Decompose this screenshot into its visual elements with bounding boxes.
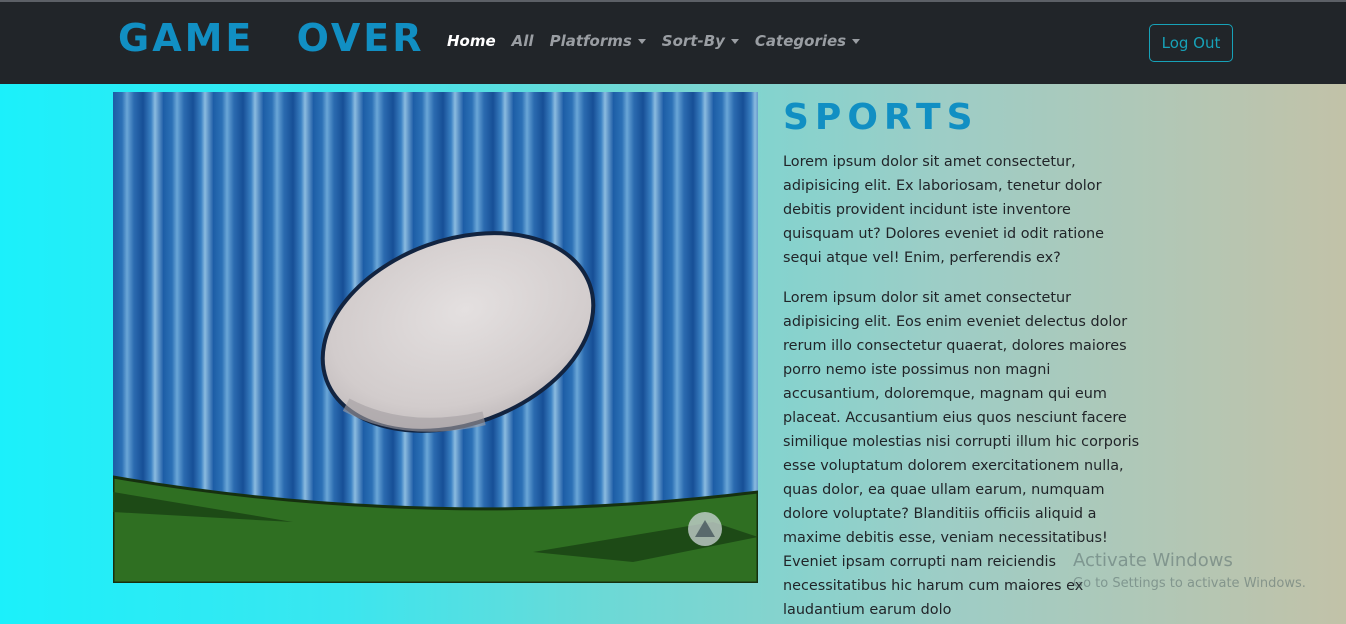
nav-item-all[interactable]: All: [512, 32, 534, 50]
nav-item-categories[interactable]: Categories: [754, 32, 861, 50]
caret-down-icon: [730, 38, 739, 44]
caret-down-icon: [637, 38, 646, 44]
nav-item-label: Home: [447, 32, 496, 50]
nav-menu: Home All Platforms Sort-By Categories: [447, 32, 876, 50]
navbar: GAME OVER Home All Platforms Sort-By Cat…: [0, 2, 1346, 84]
nav-item-label: Platforms: [549, 32, 632, 50]
page-title: SPORTS: [783, 97, 979, 138]
nav-item-home[interactable]: Home: [447, 32, 496, 50]
nav-item-platforms[interactable]: Platforms: [550, 32, 646, 50]
nav-item-label: All: [511, 32, 534, 50]
logout-button[interactable]: Log Out: [1149, 24, 1233, 62]
sports-hero-image: [113, 92, 758, 583]
nav-item-label: Sort-By: [661, 32, 725, 50]
windows-activation-watermark: Activate Windows Go to Settings to activ…: [1073, 550, 1306, 591]
paragraph: Lorem ipsum dolor sit amet consectetur, …: [783, 154, 1105, 266]
content-panel: SPORTS Lorem ipsum dolor sit amet consec…: [783, 98, 1143, 624]
watermark-subtitle: Go to Settings to activate Windows.: [1073, 576, 1306, 591]
caret-down-icon: [852, 38, 861, 44]
nav-item-sort-by[interactable]: Sort-By: [662, 32, 739, 50]
watermark-title: Activate Windows: [1073, 550, 1233, 571]
nav-item-label: Categories: [754, 32, 847, 50]
hero-illustration: [113, 231, 758, 583]
brand-logo[interactable]: GAME OVER: [118, 16, 425, 60]
